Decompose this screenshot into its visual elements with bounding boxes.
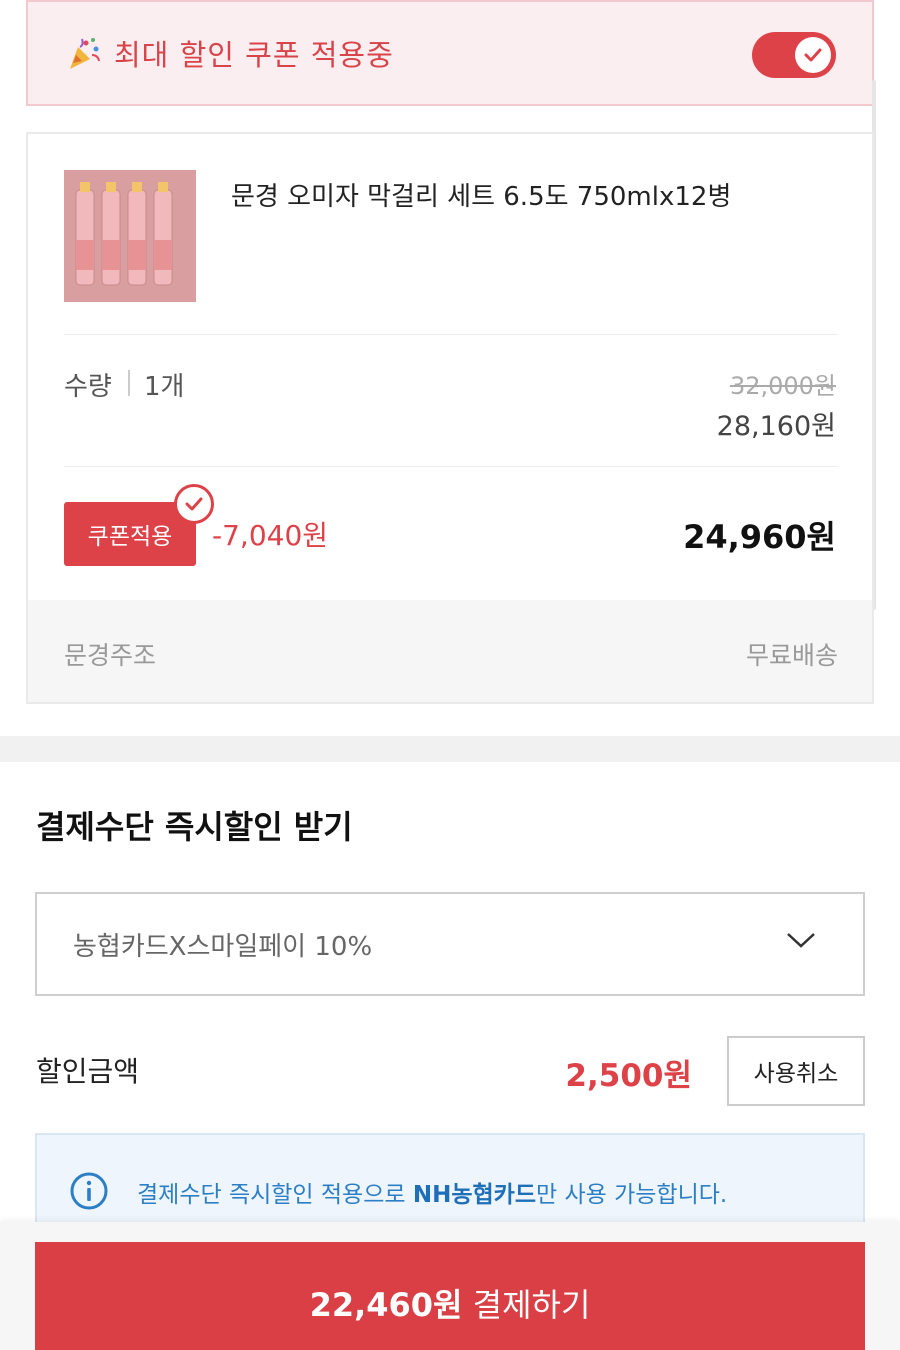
checkout-bar: 22,460원 결제하기 [0, 1222, 900, 1350]
pay-amount: 22,460원 [309, 1286, 463, 1324]
check-icon [804, 48, 822, 62]
coupon-banner-text: 최대 할인 쿠폰 적용중 [114, 38, 394, 72]
section-divider [0, 736, 900, 762]
discount-label: 할인금액 [36, 1055, 140, 1088]
quantity-label: 수량 [64, 372, 112, 402]
section-title: 결제수단 즉시할인 받기 [36, 808, 353, 846]
coupon-banner: 최대 할인 쿠폰 적용중 [26, 0, 874, 106]
card-footer: 문경주조 무료배송 [28, 600, 872, 702]
payment-method-value: 농협카드X스마일페이 10% [73, 931, 373, 962]
product-card: 문경 오미자 막걸리 세트 6.5도 750mlx12병 수량 1개 32,00… [26, 132, 874, 704]
pay-label: 결제하기 [462, 1286, 591, 1324]
coupon-check-icon [174, 484, 214, 524]
pay-button[interactable]: 22,460원 결제하기 [35, 1242, 865, 1350]
sale-price: 28,160원 [716, 411, 836, 442]
info-text: 결제수단 즉시할인 적용으로 NH농협카드만 사용 가능합니다. [137, 1175, 727, 1209]
info-text-bold: NH농협카드 [412, 1182, 536, 1208]
party-popper-icon [66, 35, 102, 71]
coupon-toggle[interactable] [752, 32, 836, 78]
toggle-knob [795, 37, 831, 73]
cancel-discount-button[interactable]: 사용취소 [727, 1036, 865, 1106]
shipping-info: 무료배송 [745, 641, 838, 670]
payment-method-select[interactable]: 농협카드X스마일페이 10% [35, 892, 865, 996]
info-text-suffix: 만 사용 가능합니다. [536, 1182, 728, 1208]
divider [64, 466, 838, 467]
info-text-prefix: 결제수단 즉시할인 적용으로 [137, 1182, 413, 1208]
divider [64, 334, 838, 335]
coupon-discount-amount: -7,040원 [212, 519, 329, 552]
final-price: 24,960원 [683, 518, 836, 556]
seller-name: 문경주조 [64, 641, 157, 670]
info-icon [69, 1171, 109, 1215]
discount-amount: 2,500원 [565, 1058, 692, 1094]
product-name[interactable]: 문경 오미자 막걸리 세트 6.5도 750mlx12병 [231, 176, 731, 213]
product-image[interactable] [64, 170, 196, 302]
quantity-value: 1개 [144, 372, 185, 402]
chevron-down-icon [785, 930, 817, 954]
quantity-separator [128, 370, 130, 396]
original-price: 32,000원 [729, 372, 836, 400]
